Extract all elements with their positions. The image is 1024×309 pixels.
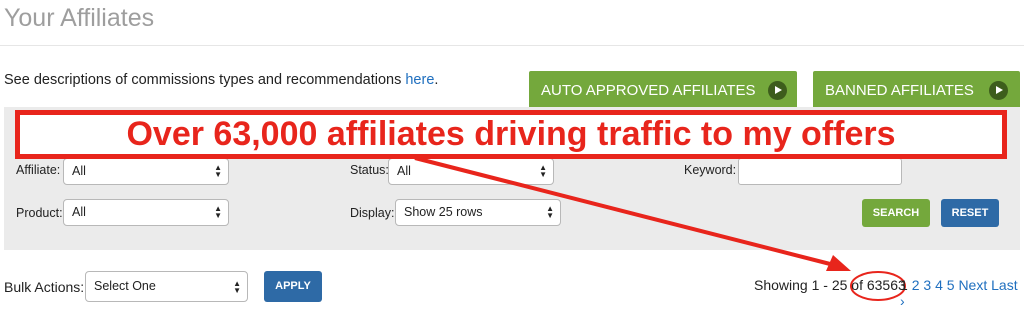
pagination-summary: Showing 1 - 25 of 63563 bbox=[754, 277, 906, 293]
bulk-actions-label: Bulk Actions: bbox=[4, 279, 85, 295]
bulk-actions-select[interactable]: Select One ▲ ▼ bbox=[85, 271, 248, 302]
pagination: 1 2 3 4 5 Next Last › bbox=[900, 277, 1024, 309]
select-arrows-icon: ▲ ▼ bbox=[233, 279, 241, 295]
arrowhead-icon bbox=[826, 255, 851, 271]
showing-text: Showing 1 - 25 of bbox=[754, 277, 867, 293]
annotation-arrow-overlay bbox=[414, 156, 906, 301]
next-page-link[interactable]: Next bbox=[958, 277, 987, 293]
bulk-actions-value: Select One bbox=[94, 279, 156, 293]
annotation-arrow-icon bbox=[414, 156, 839, 268]
page-link[interactable]: 2 bbox=[912, 277, 920, 293]
page-link[interactable]: 4 bbox=[935, 277, 943, 293]
page-link[interactable]: 3 bbox=[923, 277, 931, 293]
page-current: 1 bbox=[900, 277, 908, 293]
apply-button[interactable]: APPLY bbox=[264, 271, 322, 302]
page-link[interactable]: 5 bbox=[947, 277, 955, 293]
